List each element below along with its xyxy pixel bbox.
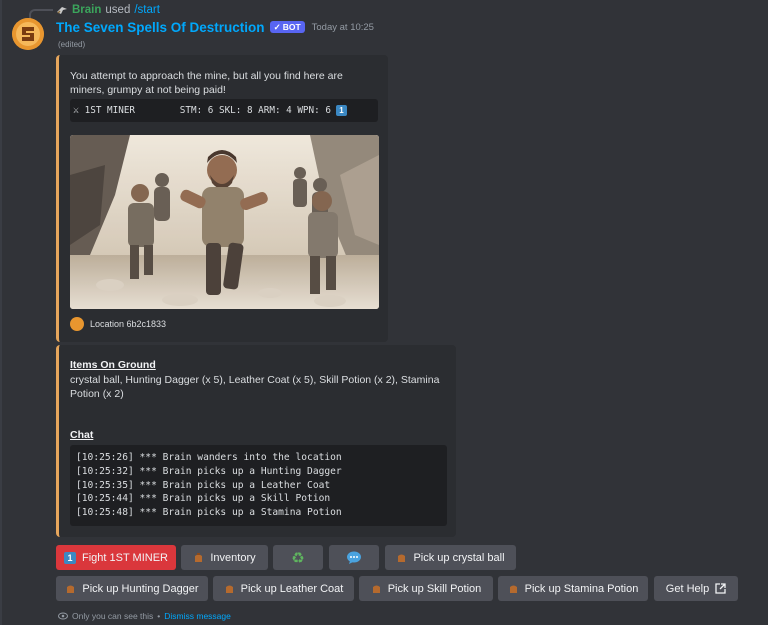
chat-button[interactable] — [329, 545, 379, 570]
dismiss-message-link[interactable]: Dismiss message — [164, 611, 231, 621]
inventory-button[interactable]: Inventory — [181, 545, 268, 570]
fight-button[interactable]: 1 Fight 1ST MINER — [56, 545, 176, 570]
ground-chat-embed: Items On Ground crystal ball, Hunting Da… — [56, 345, 456, 537]
ephemeral-notice: Only you can see this • Dismiss message — [58, 611, 231, 621]
message-timestamp[interactable]: Today at 10:25 — [312, 22, 374, 33]
get-help-link-button[interactable]: Get Help — [654, 576, 738, 601]
message-header: The Seven Spells Of Destruction ✓ BOT To… — [56, 18, 374, 36]
inventory-button-label: Inventory — [210, 551, 256, 564]
bot-avatar[interactable] — [12, 18, 44, 50]
bot-name[interactable]: The Seven Spells Of Destruction — [56, 20, 265, 35]
external-link-icon — [715, 583, 726, 594]
get-help-label: Get Help — [665, 582, 710, 595]
chat-line: [10:25:26] *** Brain wanders into the lo… — [76, 452, 342, 463]
channel-edge — [0, 0, 2, 625]
pickup-icon — [225, 585, 233, 593]
items-on-ground-title: Items On Ground — [70, 359, 156, 371]
bot-badge-label: BOT — [282, 22, 301, 32]
pickup-hunting-dagger-label: Pick up Hunting Dagger — [82, 582, 199, 595]
reply-used-label: used — [105, 4, 131, 16]
pickup-skill-potion-button[interactable]: Pick up Skill Potion — [359, 576, 493, 601]
chat-line: [10:25:35] *** Brain picks up a Leather … — [76, 479, 331, 491]
speech-bubble-icon — [347, 551, 361, 564]
pickup-icon — [509, 585, 517, 593]
items-on-ground-list: crystal ball, Hunting Dagger (x 5), Leat… — [70, 374, 440, 400]
check-icon: ✓ — [273, 21, 281, 32]
location-image[interactable] — [70, 135, 379, 309]
bot-logo-icon — [12, 18, 44, 50]
reply-reference[interactable]: Brain used /start — [56, 3, 160, 17]
pickup-icon — [67, 585, 75, 593]
pickup-stamina-potion-label: Pick up Stamina Potion — [524, 582, 639, 595]
pickup-crystal-ball-label: Pick up crystal ball — [413, 551, 505, 564]
edited-label: (edited) — [58, 40, 86, 49]
chat-line: [10:25:44] *** Brain picks up a Skill Po… — [76, 493, 331, 505]
embed-description: You attempt to approach the mine, but al… — [70, 70, 343, 96]
pickup-leather-coat-button[interactable]: Pick up Leather Coat — [213, 576, 354, 601]
ephemeral-separator: • — [157, 611, 161, 621]
enemy-stats-text: 1ST MINER STM: 6 SKL: 8 ARM: 4 WPN: 6 — [84, 105, 331, 116]
pickup-leather-coat-label: Pick up Leather Coat — [240, 582, 344, 595]
chat-line: [10:25:48] *** Brain picks up a Stamina … — [76, 507, 342, 519]
chat-line: [10:25:32] *** Brain picks up a Hunting … — [76, 465, 342, 477]
location-embed: You attempt to approach the mine, but al… — [56, 55, 388, 342]
footer-logo-icon — [70, 317, 84, 331]
enemy-stats-code: ⚔ 1ST MINER STM: 6 SKL: 8 ARM: 4 WPN: 61 — [70, 99, 378, 122]
recycle-icon: ♻ — [291, 549, 305, 567]
ephemeral-text: Only you can see this — [72, 611, 154, 621]
reply-command[interactable]: /start — [134, 4, 160, 16]
chat-title: Chat — [70, 429, 94, 441]
eye-icon — [58, 612, 68, 620]
pickup-icon — [398, 554, 406, 562]
bot-badge: ✓ BOT — [269, 21, 305, 33]
user-mini-avatar-icon — [57, 7, 67, 14]
keycap-one-icon: 1 — [335, 105, 347, 116]
recycle-button[interactable]: ♻ — [273, 545, 323, 570]
fight-button-label: Fight 1ST MINER — [82, 551, 168, 564]
footer-location-text: Location 6b2c1833 — [90, 319, 167, 329]
pickup-skill-potion-label: Pick up Skill Potion — [387, 582, 482, 595]
embed-footer: Location 6b2c1833 — [70, 317, 166, 331]
bag-icon — [195, 553, 203, 562]
pickup-icon — [372, 585, 380, 593]
chat-log: [10:25:26] *** Brain wanders into the lo… — [70, 445, 447, 526]
keycap-one-icon: 1 — [64, 551, 76, 564]
miners-scene-image — [70, 135, 379, 309]
pickup-hunting-dagger-button[interactable]: Pick up Hunting Dagger — [56, 576, 208, 601]
pickup-stamina-potion-button[interactable]: Pick up Stamina Potion — [498, 576, 648, 601]
reply-username[interactable]: Brain — [72, 4, 101, 16]
pickup-crystal-ball-button[interactable]: Pick up crystal ball — [385, 545, 516, 570]
